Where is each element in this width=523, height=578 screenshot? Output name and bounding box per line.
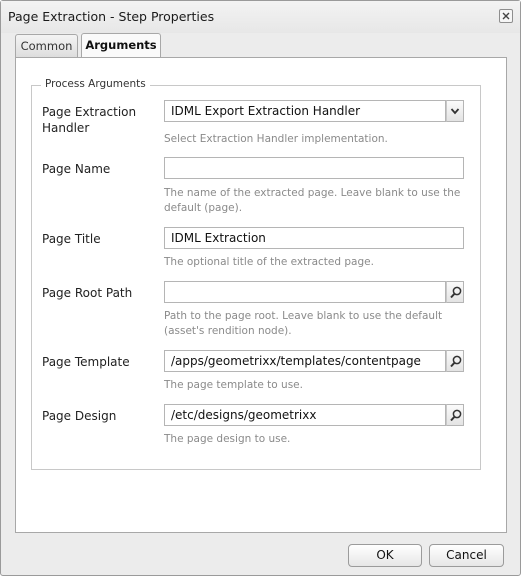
ok-button[interactable]: OK <box>348 544 422 567</box>
page-title-label: Page Title <box>42 232 101 246</box>
page-root-path-input[interactable] <box>164 281 446 303</box>
page-design-input[interactable]: /etc/designs/geometrixx <box>164 404 446 426</box>
page-template-label: Page Template <box>42 355 130 369</box>
arguments-panel: Process Arguments Page Extraction Handle… <box>15 57 507 533</box>
page-title-help: The optional title of the extracted page… <box>164 256 374 268</box>
handler-select[interactable]: IDML Export Extraction Handler <box>164 100 446 122</box>
search-icon <box>450 409 462 422</box>
page-design-help: The page design to use. <box>164 433 291 445</box>
tab-arguments[interactable]: Arguments <box>81 33 161 58</box>
page-title-input[interactable]: IDML Extraction <box>164 227 464 249</box>
step-properties-dialog: Page Extraction - Step Properties Common… <box>0 0 521 576</box>
close-icon <box>502 12 510 20</box>
search-icon <box>450 355 462 368</box>
page-template-input[interactable]: /apps/geometrixx/templates/contentpage <box>164 350 446 372</box>
page-design-browse-button[interactable] <box>446 404 464 426</box>
page-root-path-label: Page Root Path <box>42 286 133 300</box>
page-name-help: The name of the extracted page. Leave bl… <box>164 187 461 214</box>
search-icon <box>450 286 462 299</box>
page-template-browse-button[interactable] <box>446 350 464 372</box>
handler-label: Page Extraction Handler <box>42 105 137 135</box>
page-root-path-browse-button[interactable] <box>446 281 464 303</box>
close-button[interactable] <box>499 9 513 23</box>
page-design-label: Page Design <box>42 409 117 423</box>
page-template-help: The page template to use. <box>164 379 303 391</box>
page-name-input[interactable] <box>164 157 464 179</box>
process-arguments-fieldset: Process Arguments Page Extraction Handle… <box>31 78 481 470</box>
page-name-label: Page Name <box>42 162 111 176</box>
dialog-titlebar[interactable]: Page Extraction - Step Properties <box>1 1 520 33</box>
cancel-button[interactable]: Cancel <box>429 544 504 567</box>
fieldset-legend: Process Arguments <box>41 78 150 90</box>
handler-help: Select Extraction Handler implementation… <box>164 133 388 145</box>
dialog-title: Page Extraction - Step Properties <box>8 9 215 24</box>
page-root-path-help: Path to the page root. Leave blank to us… <box>164 310 443 337</box>
chevron-down-icon <box>450 108 460 115</box>
tab-common[interactable]: Common <box>15 34 78 58</box>
handler-dropdown-button[interactable] <box>446 100 464 122</box>
